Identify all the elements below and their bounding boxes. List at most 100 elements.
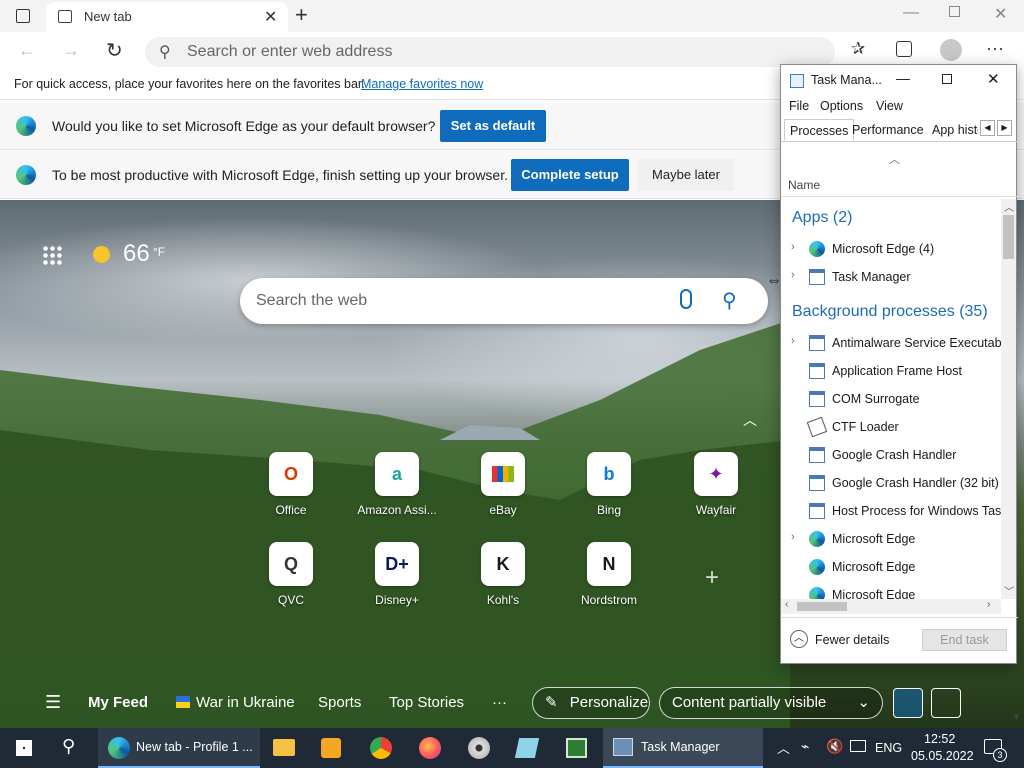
expand-chevron-icon[interactable]: › xyxy=(791,531,795,543)
tab-scroll-right-icon[interactable]: ▶ xyxy=(997,120,1012,136)
tab-actions-icon[interactable] xyxy=(16,9,30,23)
back-icon[interactable]: ← xyxy=(18,40,36,61)
list-layout-button[interactable] xyxy=(931,688,961,718)
language-indicator[interactable]: ENG xyxy=(875,741,902,755)
search-icon[interactable]: ⚲ xyxy=(722,288,737,313)
vertical-scrollbar[interactable]: ︿ ﹀ xyxy=(1001,199,1016,599)
scroll-up-icon[interactable]: ︿ xyxy=(1004,199,1014,214)
microphone-icon[interactable] xyxy=(680,289,692,309)
collapse-chevron-icon[interactable]: ︿ xyxy=(743,410,757,430)
clock-time[interactable]: 12:52 xyxy=(924,732,955,746)
taskbar-edge-button[interactable]: New tab - Profile 1 ... xyxy=(98,728,260,768)
scroll-left-icon[interactable]: ‹ xyxy=(785,599,788,610)
display-icon[interactable] xyxy=(850,740,866,752)
favorites-icon[interactable]: ✰ xyxy=(851,39,865,59)
shortcut-2[interactable]: eBay xyxy=(453,452,553,517)
start-icon[interactable] xyxy=(16,740,32,756)
menu-view[interactable]: View xyxy=(876,99,903,113)
close-window-button[interactable]: ✕ xyxy=(994,4,1007,24)
tab-scroll-left-icon[interactable]: ◀ xyxy=(980,120,995,136)
more-tabs-icon[interactable]: ··· xyxy=(492,694,507,711)
tab-app-history[interactable]: App histo xyxy=(932,119,978,141)
shortcut-0[interactable]: O Office xyxy=(241,452,341,517)
shortcut-7[interactable]: K Kohl's xyxy=(453,542,553,607)
process-row[interactable]: Application Frame Host xyxy=(781,357,1001,385)
scroll-right-icon[interactable]: › xyxy=(987,599,990,610)
process-row[interactable]: Google Crash Handler (32 bit) xyxy=(781,469,1001,497)
tab-performance[interactable]: Performance xyxy=(852,119,924,141)
fewer-details-icon[interactable]: ︿ xyxy=(790,630,808,648)
top-stories-tab[interactable]: Top Stories xyxy=(389,694,464,711)
process-row[interactable]: › Antimalware Service Executable xyxy=(781,329,1001,357)
content-visibility-dropdown[interactable]: Content partially visible ⌄ xyxy=(659,687,883,719)
process-row[interactable]: CTF Loader xyxy=(781,413,1001,441)
expand-chevron-icon[interactable]: › xyxy=(791,269,795,281)
tm-close-button[interactable]: ✕ xyxy=(987,70,1000,88)
process-row[interactable]: Microsoft Edge xyxy=(781,581,1001,599)
process-row[interactable]: Microsoft Edge xyxy=(781,553,1001,581)
scroll-thumb[interactable] xyxy=(1003,215,1014,259)
disc-icon[interactable] xyxy=(468,737,490,759)
column-name-header[interactable]: Name xyxy=(788,178,820,192)
new-tab-button[interactable]: + xyxy=(295,2,308,28)
tray-chevron-icon[interactable]: ︿ xyxy=(777,738,790,757)
spreadsheet-icon[interactable] xyxy=(566,738,587,758)
address-input[interactable]: ⚲ Search or enter web address xyxy=(145,37,835,67)
process-row[interactable]: › Microsoft Edge xyxy=(781,525,1001,553)
apps-group-header[interactable]: Apps (2) xyxy=(792,209,852,227)
set-default-button[interactable]: Set as default xyxy=(440,110,546,142)
menu-file[interactable]: File xyxy=(789,99,809,113)
manage-favorites-link[interactable]: Manage favorites now xyxy=(361,77,483,91)
grid-layout-button[interactable] xyxy=(893,688,923,718)
scroll-down-icon[interactable]: ﹀ xyxy=(1004,583,1014,598)
personalize-button[interactable]: ✎ Personalize xyxy=(532,687,650,719)
maybe-later-button[interactable]: Maybe later xyxy=(638,159,734,191)
shortcut-3[interactable]: b Bing xyxy=(559,452,659,517)
background-group-header[interactable]: Background processes (35) xyxy=(792,303,988,321)
end-task-button[interactable]: End task xyxy=(922,629,1007,651)
menu-options[interactable]: Options xyxy=(820,99,863,113)
app-icon[interactable] xyxy=(514,738,540,758)
horizontal-scrollbar[interactable]: ‹ › xyxy=(781,599,1001,614)
process-row[interactable]: COM Surrogate xyxy=(781,385,1001,413)
firefox-icon[interactable] xyxy=(419,737,441,759)
forward-icon[interactable]: → xyxy=(62,40,80,61)
process-row[interactable]: Google Crash Handler xyxy=(781,441,1001,469)
menu-icon[interactable]: ☰ xyxy=(45,692,61,713)
my-feed-tab[interactable]: My Feed xyxy=(88,694,148,711)
collections-icon[interactable] xyxy=(896,41,912,57)
apps-launcher-icon[interactable] xyxy=(42,245,62,265)
tab-processes[interactable]: Processes xyxy=(784,119,855,141)
close-tab-icon[interactable]: ✕ xyxy=(264,7,277,27)
shortcut-4[interactable]: ✦ Wayfair xyxy=(666,452,766,517)
ukraine-tab[interactable]: War in Ukraine xyxy=(196,694,295,711)
web-search-input[interactable]: Search the web ⚲ xyxy=(240,278,768,324)
scroll-down-icon[interactable]: ▼ xyxy=(1012,712,1021,722)
shortcut-8[interactable]: N Nordstrom xyxy=(559,542,659,607)
temperature[interactable]: 66 xyxy=(123,240,150,268)
volume-icon[interactable]: 🔇 xyxy=(826,738,843,755)
taskbar-taskmgr-button[interactable]: Task Manager xyxy=(603,728,763,768)
minimize-button[interactable]: — xyxy=(903,4,919,22)
media-player-icon[interactable] xyxy=(321,738,341,758)
shortcut-1[interactable]: a Amazon Assi... xyxy=(347,452,447,517)
chrome-icon[interactable] xyxy=(370,737,392,759)
tm-minimize-button[interactable]: — xyxy=(896,70,910,86)
process-row[interactable]: › Task Manager xyxy=(781,263,1001,291)
network-icon[interactable]: ⌁ xyxy=(801,738,809,755)
process-row[interactable]: › Microsoft Edge (4) xyxy=(781,235,1001,263)
complete-setup-button[interactable]: Complete setup xyxy=(511,159,629,191)
h-scroll-thumb[interactable] xyxy=(797,602,847,611)
avatar[interactable] xyxy=(940,39,962,61)
settings-more-icon[interactable]: ··· xyxy=(986,38,1004,59)
tm-maximize-button[interactable] xyxy=(942,74,952,84)
add-shortcut-icon[interactable]: + xyxy=(705,564,719,592)
fewer-details-link[interactable]: Fewer details xyxy=(815,633,889,647)
search-icon[interactable]: ⚲ xyxy=(62,736,75,757)
restore-button[interactable] xyxy=(949,6,960,17)
file-explorer-icon[interactable] xyxy=(273,739,295,756)
expand-chevron-icon[interactable]: › xyxy=(791,335,795,347)
expand-chevron-icon[interactable]: › xyxy=(791,241,795,253)
refresh-icon[interactable]: ↻ xyxy=(106,38,123,63)
shortcut-5[interactable]: Q QVC xyxy=(241,542,341,607)
